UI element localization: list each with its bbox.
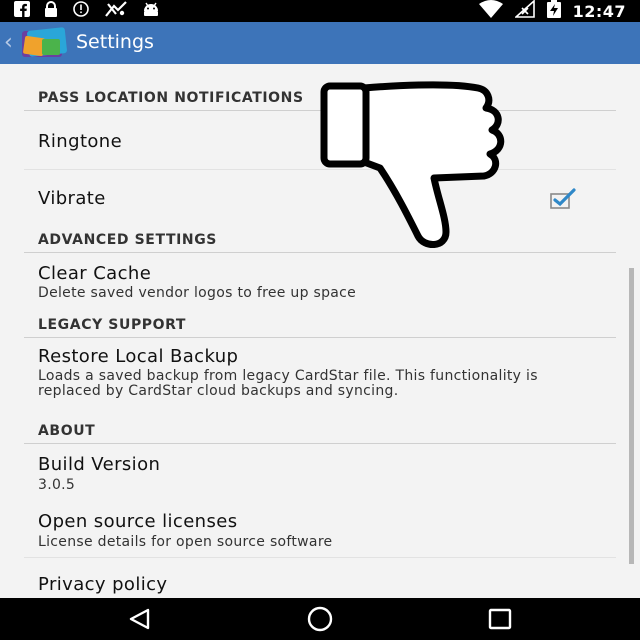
category-pass-location: PASS LOCATION NOTIFICATIONS bbox=[38, 90, 304, 106]
recents-icon[interactable] bbox=[488, 608, 512, 634]
action-bar: ‹ Settings bbox=[0, 22, 640, 64]
open-source-licenses-title: Open source licenses bbox=[38, 511, 238, 532]
app-logo-icon[interactable] bbox=[20, 27, 68, 59]
build-version-preference[interactable]: Build Version 3.0.5 bbox=[24, 444, 616, 500]
category-about: ABOUT bbox=[38, 423, 96, 439]
wifi-icon bbox=[478, 0, 503, 22]
category-legacy: LEGACY SUPPORT bbox=[38, 317, 187, 333]
android-icon bbox=[142, 1, 160, 21]
privacy-policy-title: Privacy policy bbox=[38, 574, 168, 595]
chevron-left-icon[interactable]: ‹ bbox=[4, 30, 13, 55]
status-icons-right: 12:47 bbox=[478, 0, 626, 22]
battery-charging-icon bbox=[546, 0, 561, 22]
clear-cache-summary: Delete saved vendor logos to free up spa… bbox=[38, 285, 357, 301]
open-source-licenses-preference[interactable]: Open source licenses License details for… bbox=[24, 501, 616, 557]
lock-icon bbox=[44, 1, 58, 21]
notification-icon bbox=[104, 0, 128, 22]
status-time: 12:47 bbox=[572, 1, 626, 21]
status-icons-left bbox=[14, 0, 160, 22]
build-version-value: 3.0.5 bbox=[38, 477, 76, 493]
facebook-icon bbox=[14, 1, 30, 21]
clear-cache-preference[interactable]: Clear Cache Delete saved vendor logos to… bbox=[24, 253, 616, 305]
vibrate-checkbox[interactable] bbox=[550, 188, 576, 210]
alarm-icon bbox=[72, 1, 90, 21]
page-title: Settings bbox=[76, 31, 154, 53]
category-advanced: ADVANCED SETTINGS bbox=[38, 232, 217, 248]
restore-backup-summary: Loads a saved backup from legacy CardSta… bbox=[38, 368, 538, 399]
no-signal-icon bbox=[513, 0, 535, 22]
back-icon[interactable] bbox=[128, 608, 152, 634]
restore-backup-title: Restore Local Backup bbox=[38, 346, 239, 367]
vibrate-title: Vibrate bbox=[38, 188, 106, 209]
status-bar: 12:47 bbox=[0, 0, 640, 22]
thumbs-down-icon bbox=[318, 80, 514, 252]
privacy-policy-preference[interactable]: Privacy policy bbox=[24, 558, 616, 598]
ringtone-title: Ringtone bbox=[38, 131, 123, 152]
home-icon[interactable] bbox=[306, 606, 334, 636]
build-version-title: Build Version bbox=[38, 454, 161, 475]
restore-backup-preference[interactable]: Restore Local Backup Loads a saved backu… bbox=[24, 338, 616, 422]
clear-cache-title: Clear Cache bbox=[38, 263, 152, 284]
navigation-bar bbox=[0, 598, 640, 640]
scrollbar[interactable] bbox=[629, 268, 634, 564]
open-source-licenses-summary: License details for open source software bbox=[38, 534, 333, 550]
